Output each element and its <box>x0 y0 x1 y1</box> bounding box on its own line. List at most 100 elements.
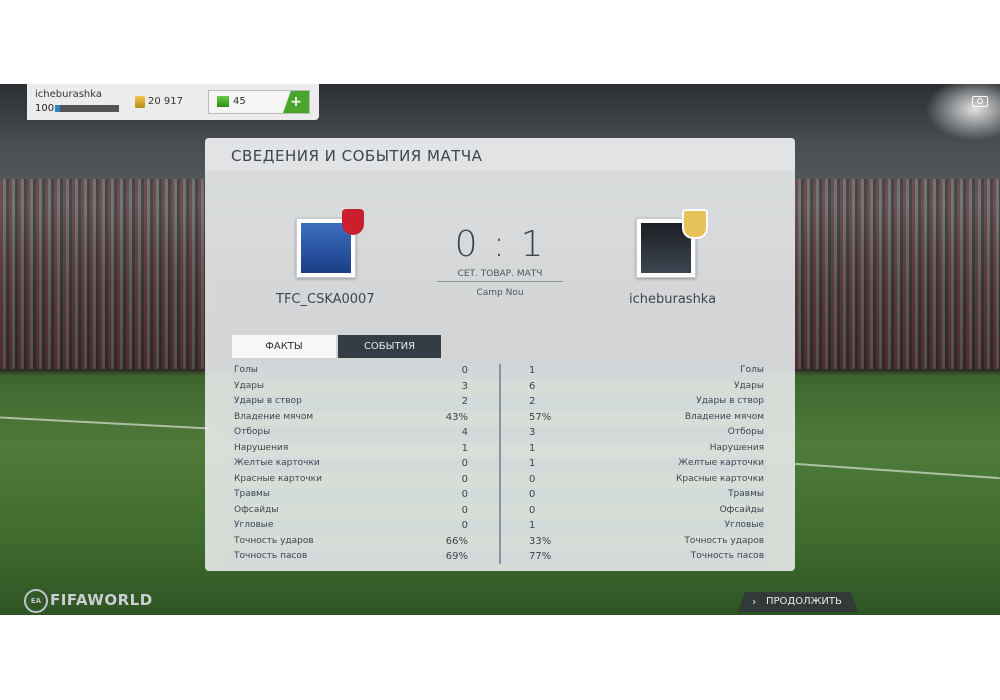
stat-away-cell: 57% Владение мячом <box>501 411 767 427</box>
stat-home-cell: Травмы 0 <box>231 488 499 504</box>
stat-home-cell: Точность пасов 69% <box>231 550 499 566</box>
xp-progress-fill <box>55 105 61 112</box>
stat-label-home: Голы <box>234 365 258 375</box>
stat-value-home: 0 <box>461 473 468 485</box>
stat-row: Желтые карточки 0 1 Желтые карточки <box>231 457 767 473</box>
stat-home-cell: Угловые 0 <box>231 519 499 535</box>
stat-row: Владение мячом 43% 57% Владение мячом <box>231 411 767 427</box>
score-divider <box>437 281 563 282</box>
stat-label-home: Точность ударов <box>234 535 314 546</box>
stat-home-cell: Отборы 4 <box>231 426 499 442</box>
stat-home-cell: Точность ударов 66% <box>231 535 499 551</box>
stat-row: Травмы 0 0 Травмы <box>231 488 767 504</box>
stat-home-cell: Нарушения 1 <box>231 442 499 458</box>
stat-label-away: Удары в створ <box>696 396 764 406</box>
match-type: СЕТ. ТОВАР. МАТЧ <box>457 269 543 279</box>
stadium-stand-left <box>0 179 210 369</box>
stat-label-away: Точность ударов <box>684 535 764 546</box>
stat-value-home: 43% <box>445 411 468 423</box>
stat-value-away: 2 <box>529 396 536 407</box>
stat-away-cell: 33% Точность ударов <box>501 535 767 551</box>
stat-value-home: 0 <box>461 489 468 500</box>
stat-value-away: 1 <box>529 458 536 469</box>
ea-logo-icon: EA <box>24 589 48 613</box>
stat-row: Офсайды 0 0 Офсайды <box>231 504 767 520</box>
stat-value-away: 3 <box>529 427 536 438</box>
stat-value-away: 0 <box>529 489 536 500</box>
stat-away-cell: 0 Офсайды <box>501 504 767 520</box>
stat-value-away: 1 <box>529 520 536 531</box>
cash-icon <box>217 96 229 107</box>
continue-label: ПРОДОЛЖИТЬ <box>766 596 842 607</box>
stat-home-cell: Голы 0 <box>231 364 499 380</box>
stat-label-home: Отборы <box>234 427 271 437</box>
logo-text: FIFAWORLD <box>50 591 153 609</box>
stat-value-home: 1 <box>461 442 468 454</box>
stat-label-away: Угловые <box>724 520 764 530</box>
stat-home-cell: Владение мячом 43% <box>231 411 499 427</box>
player-hud: icheburashka 100 20 917 45 + <box>27 84 319 120</box>
stat-value-away: 0 <box>529 473 536 485</box>
stat-away-cell: 0 Травмы <box>501 488 767 504</box>
stat-label-home: Владение мячом <box>234 411 314 422</box>
stat-value-home: 4 <box>461 427 468 438</box>
stat-label-home: Травмы <box>234 489 270 499</box>
add-cash-button[interactable]: + <box>283 91 309 113</box>
match-summary-panel: СВЕДЕНИЯ И СОБЫТИЯ МАТЧА TFC_CSKA0007 0 … <box>205 138 795 571</box>
panel-title: СВЕДЕНИЯ И СОБЫТИЯ МАТЧА <box>231 147 483 165</box>
stat-value-away: 1 <box>529 442 536 454</box>
away-team-name: icheburashka <box>629 292 717 307</box>
stat-away-cell: 3 Отборы <box>501 426 767 442</box>
stat-away-cell: 1 Желтые карточки <box>501 457 767 473</box>
stat-away-cell: 2 Удары в створ <box>501 395 767 411</box>
stat-home-cell: Офсайды 0 <box>231 504 499 520</box>
stat-value-home: 0 <box>461 520 468 531</box>
stat-label-away: Офсайды <box>719 504 764 515</box>
stat-label-away: Голы <box>740 365 764 375</box>
stat-row: Удары 3 6 Удары <box>231 380 767 396</box>
stat-row: Точность ударов 66% 33% Точность ударов <box>231 535 767 551</box>
stat-value-home: 66% <box>445 535 468 547</box>
stat-row: Нарушения 1 1 Нарушения <box>231 442 767 458</box>
xp-progress-bar <box>55 105 119 112</box>
tab-events[interactable]: СОБЫТИЯ <box>338 335 441 358</box>
stat-label-home: Удары <box>234 380 265 391</box>
stat-value-home: 3 <box>461 380 468 392</box>
away-club-badge <box>682 209 708 239</box>
pitch-line <box>795 462 1000 480</box>
camera-icon[interactable] <box>972 96 988 107</box>
game-screen: icheburashka 100 20 917 45 + СВЕДЕНИЯ И … <box>0 84 1000 615</box>
stat-label-away: Травмы <box>728 489 764 499</box>
stat-home-cell: Удары 3 <box>231 380 499 396</box>
level-value: 100 <box>35 103 55 114</box>
stat-value-away: 77% <box>529 551 552 562</box>
stat-label-away: Владение мячом <box>684 411 764 422</box>
stat-row: Красные карточки 0 0 Красные карточки <box>231 473 767 489</box>
stat-label-away: Желтые карточки <box>678 458 764 468</box>
stat-row: Точность пасов 69% 77% Точность пасов <box>231 550 767 566</box>
tab-facts[interactable]: ФАКТЫ <box>232 335 336 358</box>
pitch-line <box>0 416 210 430</box>
coins-icon <box>135 96 145 108</box>
stat-value-home: 0 <box>461 504 468 516</box>
stat-home-cell: Красные карточки 0 <box>231 473 499 489</box>
stat-value-home: 0 <box>461 365 468 376</box>
stat-value-away: 57% <box>529 411 552 423</box>
stat-label-away: Точность пасов <box>690 551 764 561</box>
stat-home-cell: Желтые карточки 0 <box>231 457 499 473</box>
stat-label-away: Отборы <box>727 427 764 437</box>
stat-label-home: Красные карточки <box>234 473 322 484</box>
chevron-right-icon: › <box>752 595 757 608</box>
stat-label-away: Удары <box>733 380 764 391</box>
stat-value-home: 0 <box>461 458 468 469</box>
stat-away-cell: 6 Удары <box>501 380 767 396</box>
stat-home-cell: Удары в створ 2 <box>231 395 499 411</box>
stat-label-home: Офсайды <box>234 504 279 515</box>
stat-label-home: Удары в створ <box>234 396 302 406</box>
stat-row: Удары в створ 2 2 Удары в створ <box>231 395 767 411</box>
stat-value-away: 6 <box>529 380 536 392</box>
stat-value-home: 69% <box>445 551 468 562</box>
stat-label-away: Нарушения <box>709 442 764 453</box>
continue-button[interactable]: › ПРОДОЛЖИТЬ <box>738 592 858 612</box>
coins-value: 20 917 <box>148 96 183 107</box>
